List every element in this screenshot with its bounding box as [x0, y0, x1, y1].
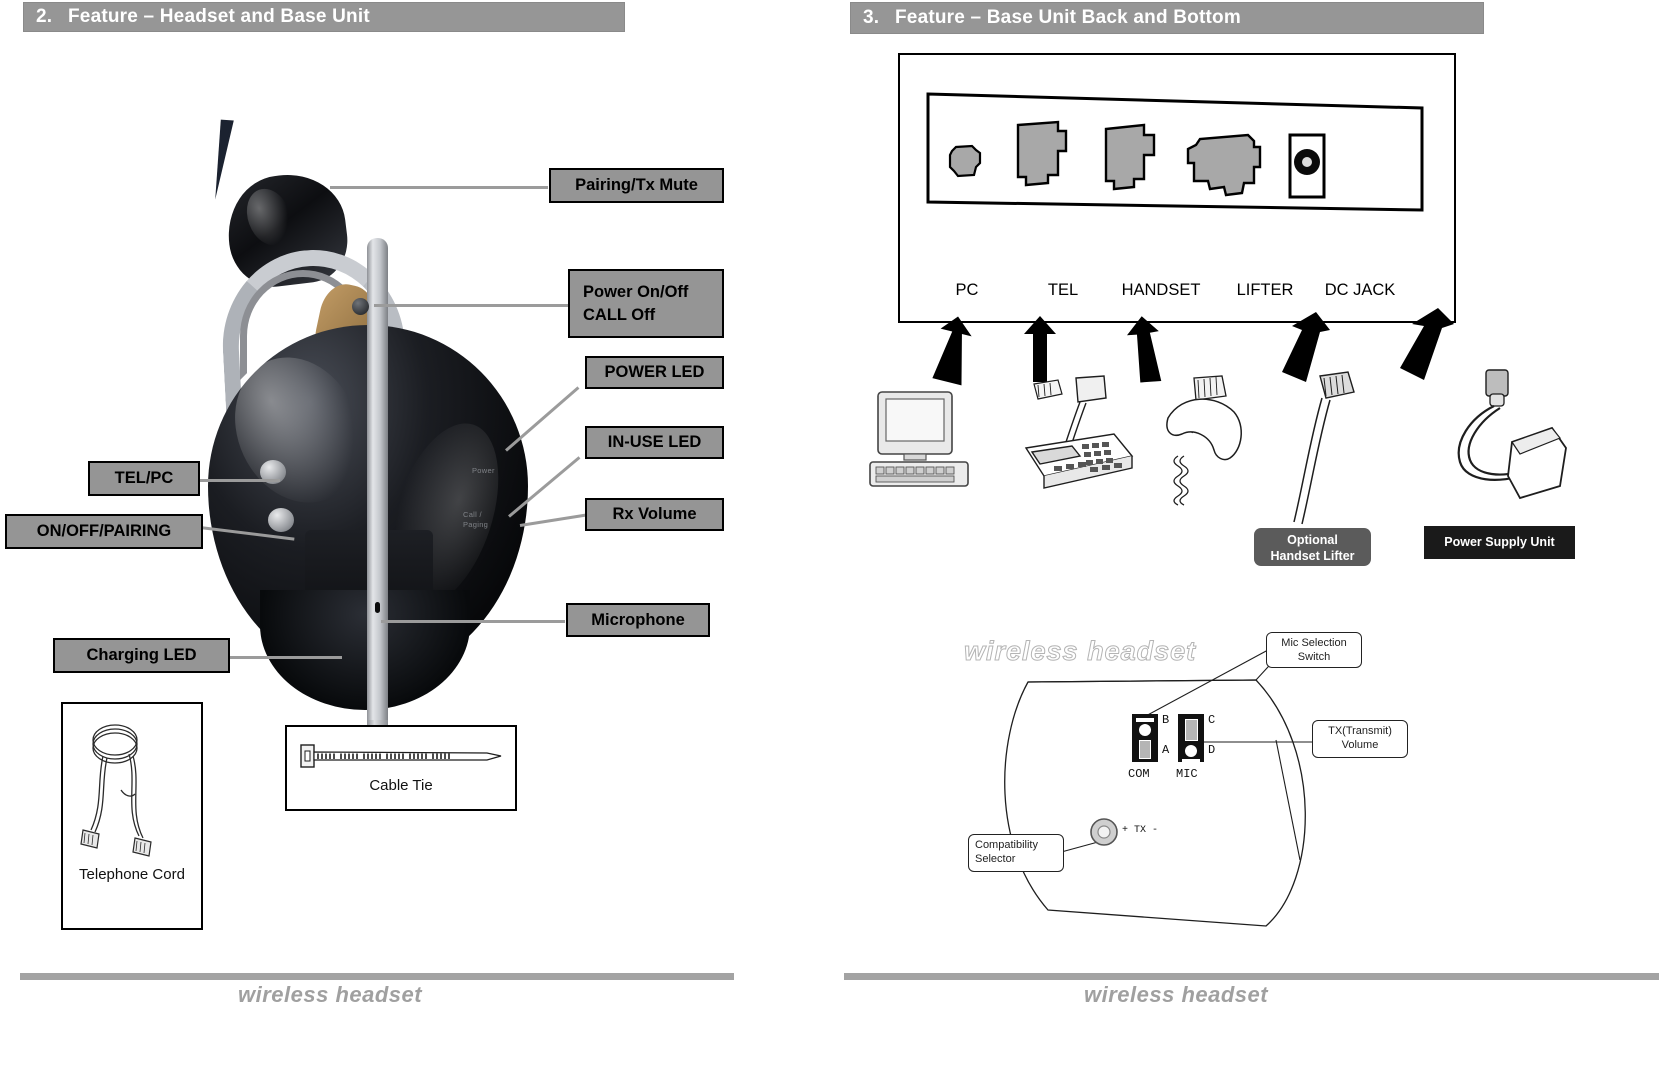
port-label-tel: TEL — [1047, 281, 1079, 299]
pill-line2: Handset Lifter — [1270, 548, 1355, 563]
bvlabel-line1: Compatibility — [975, 839, 1038, 851]
callout-label: IN-USE LED — [607, 433, 702, 452]
port-dc-jack — [1288, 133, 1326, 199]
callout-label: POWER LED — [604, 363, 705, 382]
footer-divider — [844, 973, 1659, 980]
port-label-lifter: LIFTER — [1236, 281, 1294, 299]
callout-label: TEL/PC — [114, 469, 174, 488]
power-call-button[interactable] — [352, 298, 369, 315]
accessory-caption: Telephone Cord — [79, 866, 185, 883]
label-tx-transmit-volume: TX(Transmit) Volume — [1312, 720, 1408, 758]
legend-power: Power — [472, 466, 495, 475]
page-footer: wireless headset — [238, 982, 423, 1007]
label-mic-selection-switch: Mic Selection Switch — [1266, 632, 1362, 668]
legend-paging: Paging — [463, 520, 489, 529]
page-feature-base-unit-back-and-bottom: 3. Feature – Base Unit Back and Bottom P… — [836, 0, 1663, 1066]
callout-on-off-pairing: ON/OFF/PAIRING — [5, 514, 203, 549]
computer-illustration — [869, 391, 969, 487]
base-unit-back-panel: PC TEL HANDSET LIFTER DC JACK — [898, 53, 1456, 323]
callout-label: Microphone — [591, 610, 685, 629]
cable-tie-illustration — [300, 744, 502, 768]
callout-power-on-off-call-off: Power On/Off CALL Off — [568, 269, 724, 338]
pill-line1: Power Supply Unit — [1444, 534, 1555, 549]
callout-label-line1: Power On/Off — [583, 283, 689, 302]
port-label-handset: HANDSET — [1121, 281, 1201, 299]
leader-line-power — [374, 304, 568, 307]
bvlabel-line2: Switch — [1297, 651, 1331, 664]
port-handset — [1104, 123, 1156, 191]
microphone-boom-arm — [367, 238, 388, 748]
label-optional-handset-lifter: Optional Handset Lifter — [1254, 528, 1371, 566]
callout-pairing-tx-mute: Pairing/Tx Mute — [549, 168, 724, 203]
com-switch[interactable] — [1132, 714, 1158, 762]
page-footer: wireless headset — [1084, 982, 1269, 1007]
callout-label: ON/OFF/PAIRING — [36, 522, 172, 541]
bottom-view-outline — [1004, 649, 1314, 927]
section-number: 2. — [36, 6, 53, 27]
switch-mark-d: D — [1208, 743, 1216, 757]
bvlabel-line1: Mic Selection — [1281, 637, 1347, 649]
pill-line1: Optional — [1287, 533, 1338, 547]
leader-line-charging-led — [230, 656, 342, 659]
callout-label: Pairing/Tx Mute — [575, 176, 698, 195]
callout-label-line2: CALL Off — [583, 305, 656, 324]
legend-call: Call / — [463, 510, 482, 519]
port-lifter — [1186, 133, 1262, 197]
arrow-to-pc-port — [932, 316, 972, 386]
accessory-caption: Cable Tie — [369, 777, 433, 794]
callout-label: Charging LED — [86, 646, 197, 665]
tx-dial-label: + TX - — [1122, 825, 1159, 836]
on-off-pairing-button[interactable] — [268, 508, 294, 532]
section-title-text: Feature – Base Unit Back and Bottom — [895, 7, 1241, 28]
callout-tel-pc: TEL/PC — [88, 461, 200, 496]
telephone-illustration — [1024, 375, 1134, 489]
headset-cable — [215, 119, 234, 201]
callout-power-led: POWER LED — [585, 356, 724, 389]
telephone-cord-illustration — [80, 724, 152, 857]
bvlabel-line1: TX(Transmit) — [1328, 725, 1392, 737]
panel-recess-outline — [926, 92, 1424, 212]
accessory-box-cable-tie: Cable Tie — [285, 725, 517, 811]
mic-switch[interactable] — [1178, 714, 1204, 762]
footer-divider — [20, 973, 734, 980]
port-label-dc-jack: DC JACK — [1324, 281, 1396, 299]
switch-name-mic: MIC — [1176, 767, 1198, 781]
section-title-text: Feature – Headset and Base Unit — [68, 6, 370, 27]
switch-mark-b: B — [1162, 713, 1170, 727]
callout-in-use-led: IN-USE LED — [585, 426, 724, 459]
callout-rx-volume: Rx Volume — [585, 498, 724, 531]
switch-mark-c: C — [1208, 713, 1216, 727]
base-unit-bottom-view: wireless headset B A COM C D MIC + TX - … — [936, 610, 1556, 940]
label-power-supply-unit: Power Supply Unit — [1424, 526, 1575, 559]
section-title-3: 3. Feature – Base Unit Back and Bottom — [850, 2, 1484, 34]
base-unit-bottom — [260, 590, 470, 710]
power-supply-unit-illustration — [1457, 369, 1567, 500]
handset-lifter-illustration — [1293, 371, 1355, 525]
leader-line-microphone — [381, 620, 565, 623]
callout-charging-led: Charging LED — [53, 638, 230, 673]
accessory-box-telephone-cord: Telephone Cord — [61, 702, 203, 930]
leader-line-tel-pc — [190, 479, 280, 482]
section-title-2: 2. Feature – Headset and Base Unit — [23, 2, 625, 32]
callout-microphone: Microphone — [566, 603, 710, 637]
callout-label: Rx Volume — [612, 505, 697, 524]
section-number: 3. — [863, 7, 880, 28]
headset-base-unit-photo: Power Call / Paging — [200, 119, 560, 756]
bvlabel-line2: Volume — [1341, 739, 1379, 752]
bvlabel-line2: Selector — [975, 853, 1016, 866]
label-compatibility-selector: Compatibility Selector — [968, 834, 1064, 872]
leader-line-pairing — [330, 186, 548, 189]
switch-mark-a: A — [1162, 743, 1170, 757]
page-feature-headset-and-base-unit: 2. Feature – Headset and Base Unit Power… — [0, 0, 800, 1066]
microphone-port — [375, 602, 380, 613]
handset-illustration — [1166, 375, 1242, 506]
port-label-pc: PC — [955, 281, 979, 299]
port-pc — [948, 144, 982, 178]
switch-name-com: COM — [1128, 767, 1150, 781]
port-tel — [1016, 120, 1068, 187]
